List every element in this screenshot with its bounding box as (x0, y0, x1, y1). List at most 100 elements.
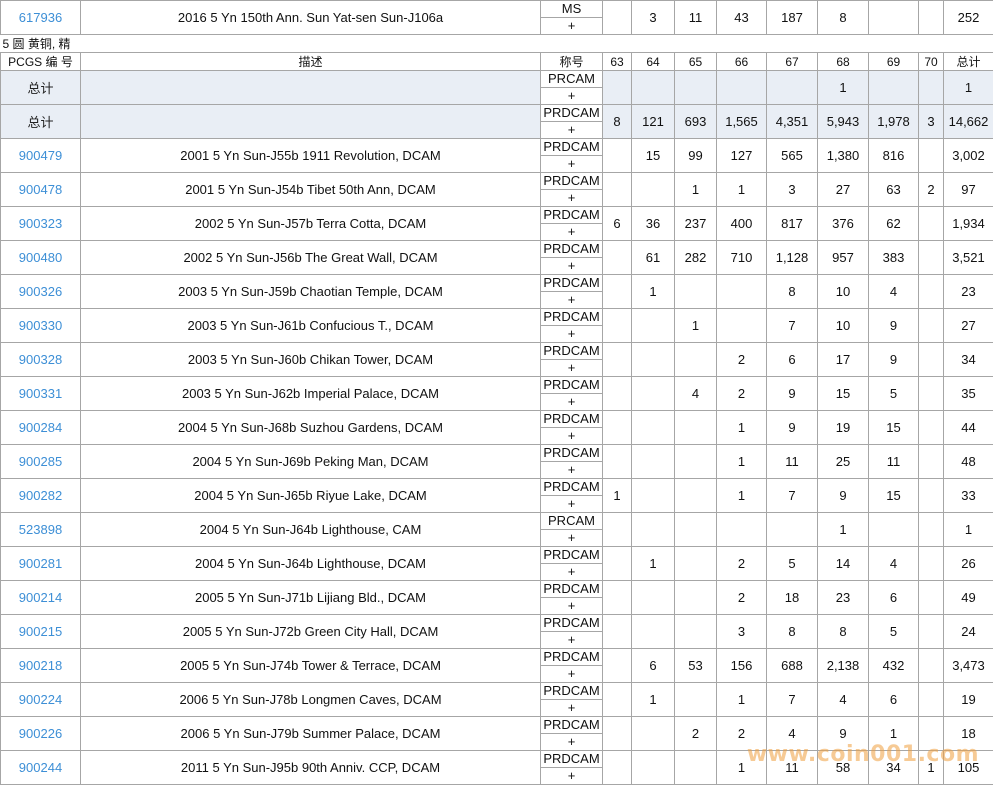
pcgs-number-link[interactable]: 900323 (1, 207, 81, 241)
grade-65-count (675, 615, 717, 649)
grade-65-count: 1 (675, 173, 717, 207)
total-count: 14,662 (944, 105, 993, 139)
grade-70-count (919, 241, 944, 275)
grade-66-count: 1 (717, 445, 767, 479)
designation-plus: + (541, 428, 602, 444)
pcgs-number-link[interactable]: 900214 (1, 581, 81, 615)
pcgs-number-link[interactable]: 900282 (1, 479, 81, 513)
grade-65-count (675, 479, 717, 513)
designation-plus: + (541, 190, 602, 206)
grade-63-count (603, 309, 632, 343)
grade-70-count (919, 445, 944, 479)
grade-64-count: 6 (632, 649, 675, 683)
grade-65-count: 53 (675, 649, 717, 683)
designation-cell: PRDCAM+ (541, 411, 603, 445)
total-row: 总计PRCAM+11 (1, 71, 993, 105)
table-row: 9004782001 5 Yn Sun-J54b Tibet 50th Ann,… (1, 173, 993, 207)
pcgs-number-link[interactable]: 900284 (1, 411, 81, 445)
pcgs-number-link[interactable]: 900226 (1, 717, 81, 751)
designation-plus: + (541, 326, 602, 342)
table-row: 9002242006 5 Yn Sun-J78b Longmen Caves, … (1, 683, 993, 717)
designation-plus: + (541, 122, 602, 138)
designation-label: PRDCAM (541, 547, 602, 564)
pcgs-number-link[interactable]: 900478 (1, 173, 81, 207)
grade-69-count: 15 (869, 479, 919, 513)
grade-66-count (717, 71, 767, 105)
coin-description: 2004 5 Yn Sun-J64b Lighthouse, CAM (81, 513, 541, 547)
designation-plus: + (541, 530, 602, 546)
coin-description: 2004 5 Yn Sun-J68b Suzhou Gardens, DCAM (81, 411, 541, 445)
coin-description: 2005 5 Yn Sun-J74b Tower & Terrace, DCAM (81, 649, 541, 683)
pcgs-number-link[interactable]: 900224 (1, 683, 81, 717)
grade-63-count: 6 (603, 207, 632, 241)
designation-plus: + (541, 258, 602, 274)
grade-68-count: 4 (818, 683, 869, 717)
designation-cell: PRDCAM+ (541, 139, 603, 173)
designation-cell: PRDCAM+ (541, 241, 603, 275)
pcgs-number-link[interactable]: 900480 (1, 241, 81, 275)
grade-68-count: 1 (818, 513, 869, 547)
grade-68-count: 8 (818, 1, 869, 35)
grade-66-count: 1 (717, 479, 767, 513)
coin-description: 2004 5 Yn Sun-J64b Lighthouse, DCAM (81, 547, 541, 581)
coin-description: 2003 5 Yn Sun-J59b Chaotian Temple, DCAM (81, 275, 541, 309)
pcgs-number-link[interactable]: 900281 (1, 547, 81, 581)
pcgs-number-link[interactable]: 900479 (1, 139, 81, 173)
pcgs-number-link[interactable]: 523898 (1, 513, 81, 547)
grade-64-count: 3 (632, 1, 675, 35)
grade-64-count (632, 445, 675, 479)
table-row: 9003262003 5 Yn Sun-J59b Chaotian Temple… (1, 275, 993, 309)
grade-65-count: 1 (675, 309, 717, 343)
header-row: PCGS 编 号 描述 称号 63 64 65 66 67 68 69 70 总… (1, 53, 993, 71)
total-count: 27 (944, 309, 993, 343)
designation-label: PRDCAM (541, 275, 602, 292)
pcgs-number-link[interactable]: 900326 (1, 275, 81, 309)
pcgs-number-link[interactable]: 900244 (1, 751, 81, 785)
pcgs-number-link[interactable]: 900215 (1, 615, 81, 649)
grade-64-count (632, 343, 675, 377)
grade-63-count (603, 71, 632, 105)
grade-70-count (919, 275, 944, 309)
pcgs-number-link[interactable]: 617936 (1, 1, 81, 35)
pcgs-number-link[interactable]: 900285 (1, 445, 81, 479)
designation-label: PRCAM (541, 513, 602, 530)
total-count: 97 (944, 173, 993, 207)
grade-68-count: 9 (818, 479, 869, 513)
designation-cell: MS+ (541, 1, 603, 35)
grade-67-count: 6 (767, 343, 818, 377)
grade-68-count: 15 (818, 377, 869, 411)
grade-70-count (919, 377, 944, 411)
coin-description: 2016 5 Yn 150th Ann. Sun Yat-sen Sun-J10… (81, 1, 541, 35)
grade-70-count (919, 411, 944, 445)
pcgs-number-link[interactable]: 900328 (1, 343, 81, 377)
header-65: 65 (675, 53, 717, 71)
header-pcgs: PCGS 编 号 (1, 53, 81, 71)
total-count: 33 (944, 479, 993, 513)
grade-67-count: 7 (767, 683, 818, 717)
coin-description: 2004 5 Yn Sun-J65b Riyue Lake, DCAM (81, 479, 541, 513)
pcgs-number-link[interactable]: 900331 (1, 377, 81, 411)
grade-68-count: 957 (818, 241, 869, 275)
designation-plus: + (541, 224, 602, 240)
grade-64-count (632, 615, 675, 649)
total-count: 24 (944, 615, 993, 649)
pcgs-number-link[interactable]: 900330 (1, 309, 81, 343)
grade-65-count (675, 751, 717, 785)
grade-67-count: 5 (767, 547, 818, 581)
designation-plus: + (541, 88, 602, 104)
header-66: 66 (717, 53, 767, 71)
grade-69-count: 4 (869, 547, 919, 581)
total-count: 19 (944, 683, 993, 717)
grade-65-count (675, 343, 717, 377)
grade-65-count (675, 513, 717, 547)
grade-64-count: 1 (632, 275, 675, 309)
header-67: 67 (767, 53, 818, 71)
grade-66-count: 156 (717, 649, 767, 683)
grade-68-count: 25 (818, 445, 869, 479)
designation-label: PRDCAM (541, 309, 602, 326)
grade-70-count (919, 139, 944, 173)
grade-69-count: 432 (869, 649, 919, 683)
designation-cell: PRDCAM+ (541, 479, 603, 513)
grade-63-count (603, 411, 632, 445)
pcgs-number-link[interactable]: 900218 (1, 649, 81, 683)
